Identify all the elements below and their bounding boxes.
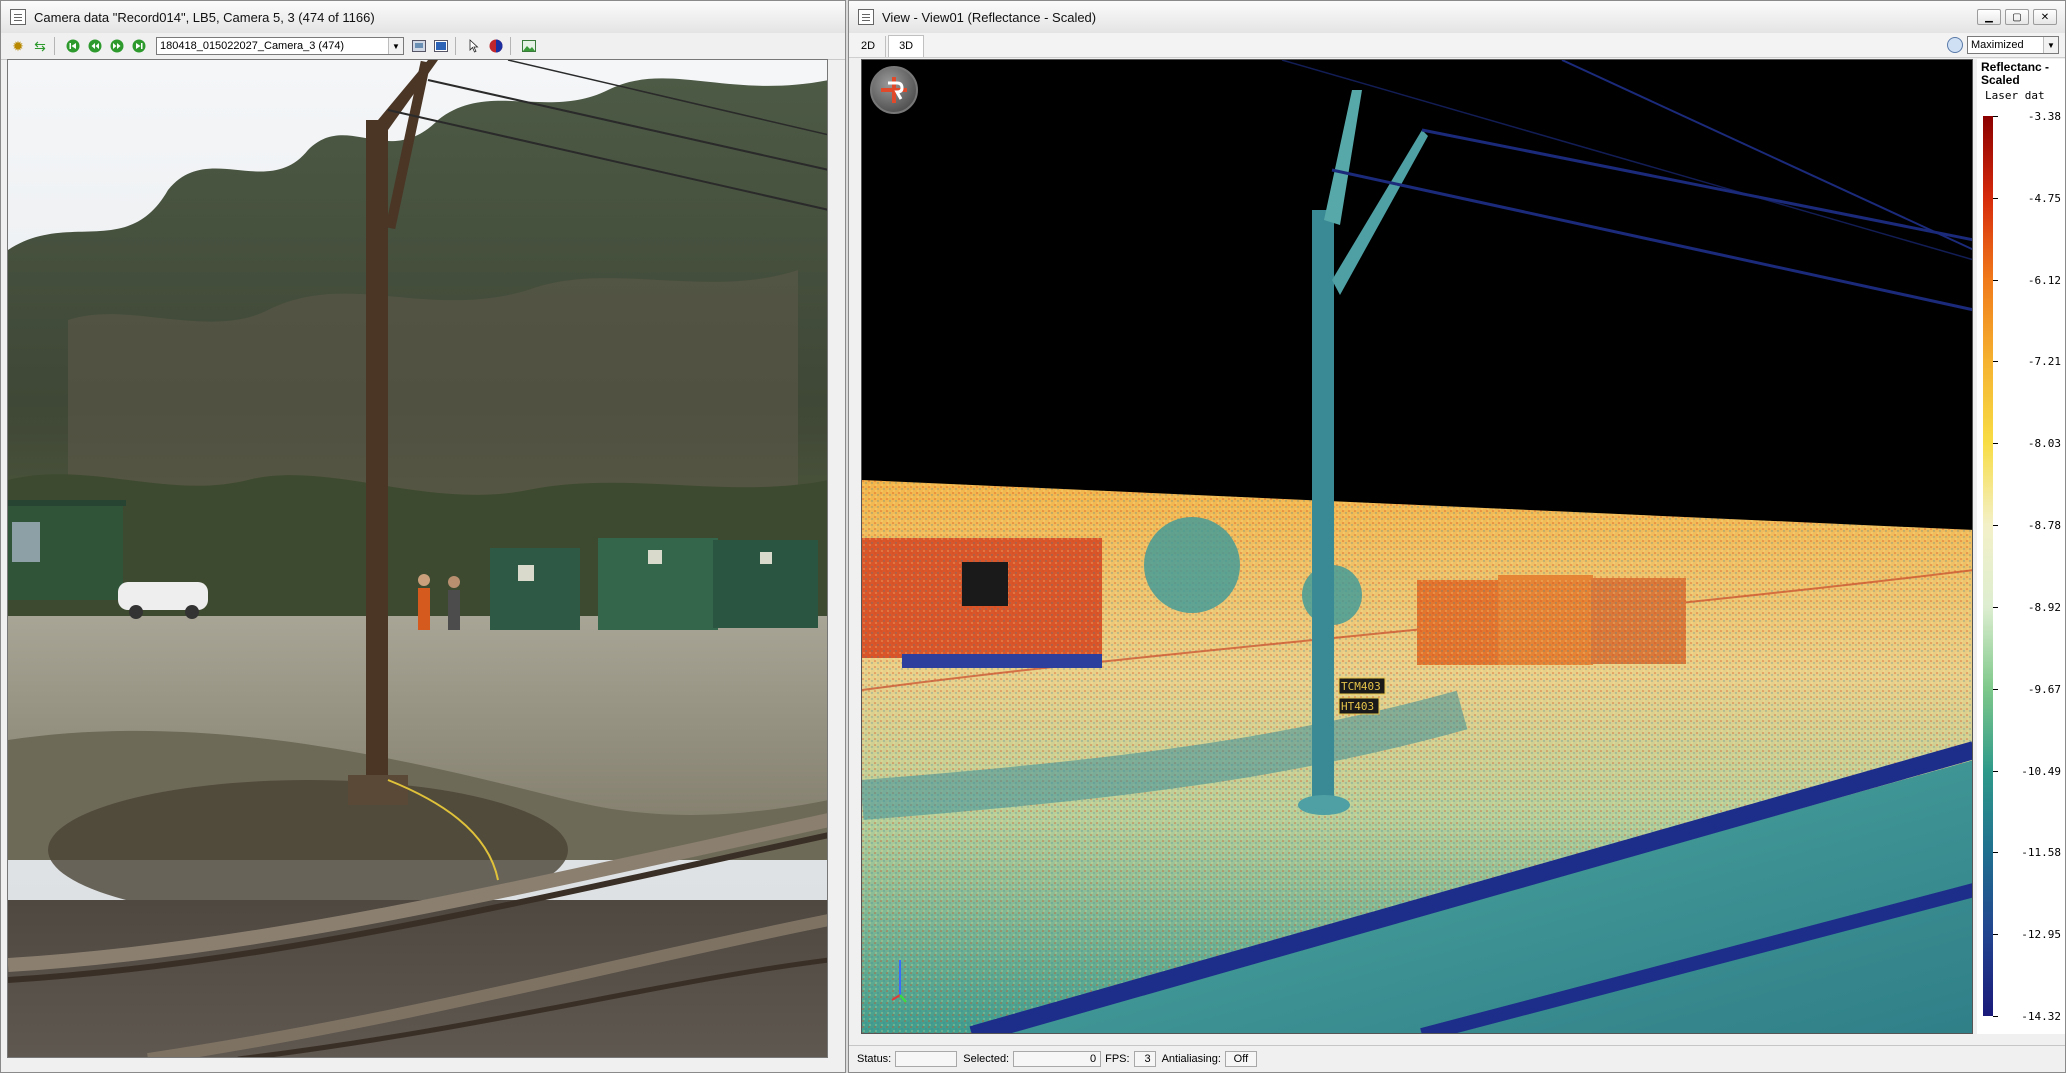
legend-tick-mark: [1993, 689, 1998, 690]
point-cloud-viewport[interactable]: TCM403 HT403: [861, 59, 1973, 1034]
legend-tick-label: -8.03: [2027, 437, 2061, 450]
legend-tick-label: -10.49: [2021, 765, 2061, 778]
toolbar-separator: [455, 37, 456, 55]
legend-tick-mark: [1993, 116, 1998, 117]
color-mode-icon[interactable]: [487, 37, 505, 55]
view-window: View - View01 (Reflectance - Scaled) ▁ ▢…: [848, 0, 2066, 1073]
camera-window-titlebar[interactable]: Camera data "Record014", LB5, Camera 5, …: [1, 1, 845, 34]
camera-photo-drawing: [8, 60, 827, 1057]
ht-label: HT403: [1341, 700, 1374, 713]
export-image-icon[interactable]: [520, 37, 538, 55]
antialiasing-field: Off: [1224, 1051, 1257, 1067]
legend-tick-label: -9.67: [2027, 683, 2061, 696]
legend-tick-mark: [1993, 607, 1998, 608]
camera-window-title: Camera data "Record014", LB5, Camera 5, …: [34, 9, 375, 25]
status-field: [895, 1051, 958, 1067]
color-legend: Reflectanc - Scaled Laser dat -3.38 -4.75…: [1977, 59, 2065, 1034]
settings-gear-icon[interactable]: ✹: [9, 37, 27, 55]
last-frame-icon[interactable]: [130, 37, 148, 55]
legend-tick-label: -7.21: [2027, 355, 2061, 368]
antialiasing-label: Antialiasing:: [1161, 1053, 1221, 1065]
legend-tick-label: -12.95: [2021, 928, 2061, 941]
camera-toolbar: ✹ ⇆ 180418_015022027_Camera_3 (474) ▼: [1, 33, 845, 60]
status-bar: Status: Selected: 0 FPS: 3 Antialiasing:…: [849, 1045, 2065, 1072]
camera-image[interactable]: [7, 59, 828, 1058]
close-button[interactable]: ✕: [2033, 9, 2057, 25]
legend-tick-mark: [1993, 280, 1998, 281]
pin-icon[interactable]: [1947, 37, 1963, 53]
cursor-sync-icon[interactable]: [465, 37, 483, 55]
selected-label: Selected:: [963, 1053, 1010, 1065]
layout-selector-dropdown[interactable]: Maximized ▼: [1967, 36, 2059, 54]
sync-arrows-icon[interactable]: ⇆: [31, 37, 49, 55]
tab-2d[interactable]: 2D: [851, 36, 887, 57]
next-frame-icon[interactable]: [108, 37, 126, 55]
image-view-icon[interactable]: [432, 37, 450, 55]
document-icon: [10, 9, 26, 25]
fps-label: FPS:: [1105, 1053, 1130, 1065]
legend-subtitle: Laser dat: [1985, 89, 2045, 102]
legend-tick-label: -8.92: [2027, 601, 2061, 614]
view-window-title: View - View01 (Reflectance - Scaled): [882, 9, 1097, 25]
maximize-button[interactable]: ▢: [2005, 9, 2029, 25]
legend-color-bar: [1983, 116, 1993, 1016]
legend-tick-mark: [1993, 771, 1998, 772]
camera-settings-icon[interactable]: [410, 37, 428, 55]
view-mode-tabs: 2D 3D Maximized ▼: [849, 33, 2065, 58]
legend-tick-label: -6.12: [2027, 274, 2061, 287]
legend-tick-label: -4.75: [2027, 192, 2061, 205]
toolbar-separator: [510, 37, 511, 55]
chevron-down-icon[interactable]: ▼: [2043, 37, 2058, 53]
layout-selector-value: Maximized: [1971, 39, 2024, 51]
legend-ticks: -3.38 -4.75 -6.12 -7.21 -8.03 -8.78 -8.92 -9.67…: [1993, 111, 2065, 1022]
point-cloud-drawing: TCM403 HT403: [862, 60, 1972, 1033]
legend-tick-mark: [1993, 361, 1998, 362]
camera-window: Camera data "Record014", LB5, Camera 5, …: [0, 0, 846, 1073]
legend-tick-label: -8.78: [2027, 519, 2061, 532]
image-selector-dropdown[interactable]: 180418_015022027_Camera_3 (474) ▼: [156, 37, 404, 55]
fps-field: 3: [1133, 1051, 1156, 1067]
legend-tick-label: -11.58: [2021, 846, 2061, 859]
legend-tick-label: -3.38: [2027, 110, 2061, 123]
previous-frame-icon[interactable]: [86, 37, 104, 55]
legend-tick-mark: [1993, 852, 1998, 853]
legend-title: Reflectanc - Scaled: [1981, 60, 2050, 87]
legend-tick-label: -14.32: [2021, 1010, 2061, 1023]
legend-tick-mark: [1993, 934, 1998, 935]
tab-3d[interactable]: 3D: [888, 35, 925, 57]
selected-field: 0: [1013, 1051, 1102, 1067]
toolbar-separator: [54, 37, 55, 55]
tcm-label: TCM403: [1341, 680, 1381, 693]
view-window-titlebar[interactable]: View - View01 (Reflectance - Scaled) ▁ ▢…: [849, 1, 2065, 34]
legend-tick-mark: [1993, 525, 1998, 526]
minimize-button[interactable]: ▁: [1977, 9, 2001, 25]
status-label: Status:: [857, 1053, 892, 1065]
legend-tick-mark: [1993, 443, 1998, 444]
view-window-icon: [858, 9, 874, 25]
first-frame-icon[interactable]: [64, 37, 82, 55]
legend-tick-mark: [1993, 1016, 1998, 1017]
chevron-down-icon[interactable]: ▼: [388, 38, 403, 54]
image-selector-value: 180418_015022027_Camera_3 (474): [160, 40, 345, 52]
riegl-logo-icon: [870, 66, 918, 114]
legend-tick-mark: [1993, 198, 1998, 199]
